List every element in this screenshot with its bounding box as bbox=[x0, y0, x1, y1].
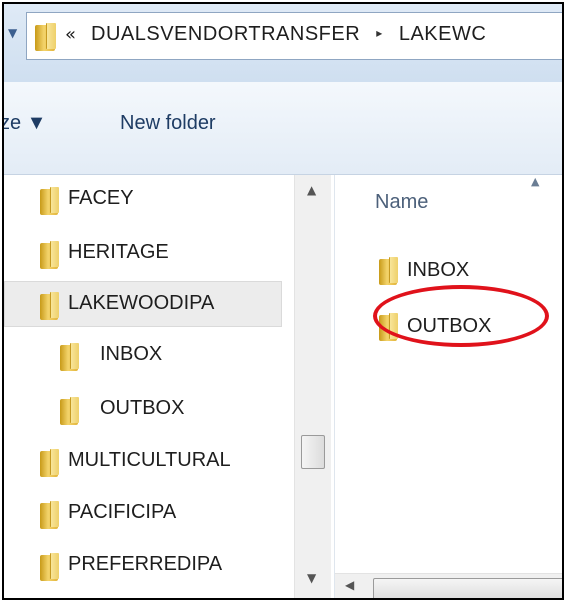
nav-item-pacificipa[interactable]: PACIFICIPA bbox=[4, 491, 294, 537]
nav-item-label: PACIFICIPA bbox=[68, 501, 177, 523]
column-header-name[interactable]: Name bbox=[375, 191, 428, 214]
nav-item-preferredipa[interactable]: PREFERREDIPA bbox=[4, 543, 294, 589]
highlight-circle bbox=[373, 285, 549, 347]
folder-icon bbox=[40, 187, 59, 215]
scroll-down-icon[interactable]: ▼ bbox=[307, 571, 316, 585]
nav-item-outbox[interactable]: OUTBOX bbox=[4, 387, 294, 433]
recent-pages-dropdown[interactable]: ▼ bbox=[8, 26, 20, 40]
nav-item-lakewoodipa[interactable]: LAKEWOODIPA bbox=[4, 281, 282, 327]
address-bar-area: ▼ « DUALSVENDORTRANSFER ▸ LAKEWC bbox=[4, 4, 562, 83]
new-folder-button[interactable]: New folder bbox=[120, 112, 216, 135]
folder-icon bbox=[40, 241, 59, 269]
explorer-window: OUTBOX folder ▼ « DUALSVENDORTRANSFER ▸ … bbox=[2, 2, 564, 600]
command-toolbar: ze ▼ New folder bbox=[4, 82, 562, 175]
address-bar[interactable]: « DUALSVENDORTRANSFER ▸ LAKEWC bbox=[26, 12, 562, 60]
folder-icon bbox=[379, 257, 398, 285]
folder-icon bbox=[40, 553, 59, 581]
content-horizontal-scrollbar[interactable]: ◀ bbox=[335, 573, 562, 598]
folder-icon bbox=[40, 449, 59, 477]
nav-item-label: INBOX bbox=[100, 343, 163, 365]
navigation-pane: FACEY HERITAGE LAKEWOODIPA INBOX OUTBOX … bbox=[4, 175, 330, 598]
nav-item-label: FACEY bbox=[68, 187, 134, 209]
file-item-inbox[interactable]: INBOX bbox=[379, 255, 519, 289]
file-item-label: INBOX bbox=[407, 259, 470, 281]
folder-icon bbox=[40, 501, 59, 529]
scroll-up-icon[interactable]: ▲ bbox=[307, 183, 316, 197]
scroll-thumb[interactable] bbox=[373, 578, 562, 598]
nav-item-label: OUTBOX bbox=[100, 397, 185, 419]
breadcrumb: DUALSVENDORTRANSFER ▸ LAKEWC bbox=[91, 23, 486, 46]
nav-item-label: PREFERREDIPA bbox=[68, 553, 223, 575]
nav-item-label: LAKEWOODIPA bbox=[68, 292, 215, 314]
nav-item-facey[interactable]: FACEY bbox=[4, 177, 294, 223]
breadcrumb-separator-icon[interactable]: ▸ bbox=[376, 26, 383, 40]
breadcrumb-lakewood[interactable]: LAKEWC bbox=[399, 23, 486, 45]
breadcrumb-dualsvendortransfer[interactable]: DUALSVENDORTRANSFER bbox=[91, 23, 360, 45]
file-list-pane: ▲ Name INBOX OUTBOX ◀ bbox=[334, 175, 562, 598]
folder-icon bbox=[40, 292, 59, 320]
scroll-left-icon[interactable]: ◀ bbox=[345, 578, 354, 592]
overflow-chevron-icon[interactable]: « bbox=[65, 24, 76, 45]
nav-item-heritage[interactable]: HERITAGE bbox=[4, 231, 294, 277]
sort-ascending-icon: ▲ bbox=[531, 175, 540, 188]
scroll-thumb[interactable] bbox=[301, 435, 325, 469]
nav-item-multicultural[interactable]: MULTICULTURAL bbox=[4, 439, 294, 485]
nav-item-label: HERITAGE bbox=[68, 241, 169, 263]
nav-item-label: MULTICULTURAL bbox=[68, 449, 231, 471]
folder-icon bbox=[60, 343, 79, 371]
nav-vertical-scrollbar[interactable]: ▲ ▼ bbox=[294, 175, 331, 598]
folder-icon bbox=[60, 397, 79, 425]
nav-item-inbox[interactable]: INBOX bbox=[4, 333, 294, 379]
folder-icon bbox=[35, 23, 56, 51]
organize-button[interactable]: ze ▼ bbox=[4, 112, 46, 135]
